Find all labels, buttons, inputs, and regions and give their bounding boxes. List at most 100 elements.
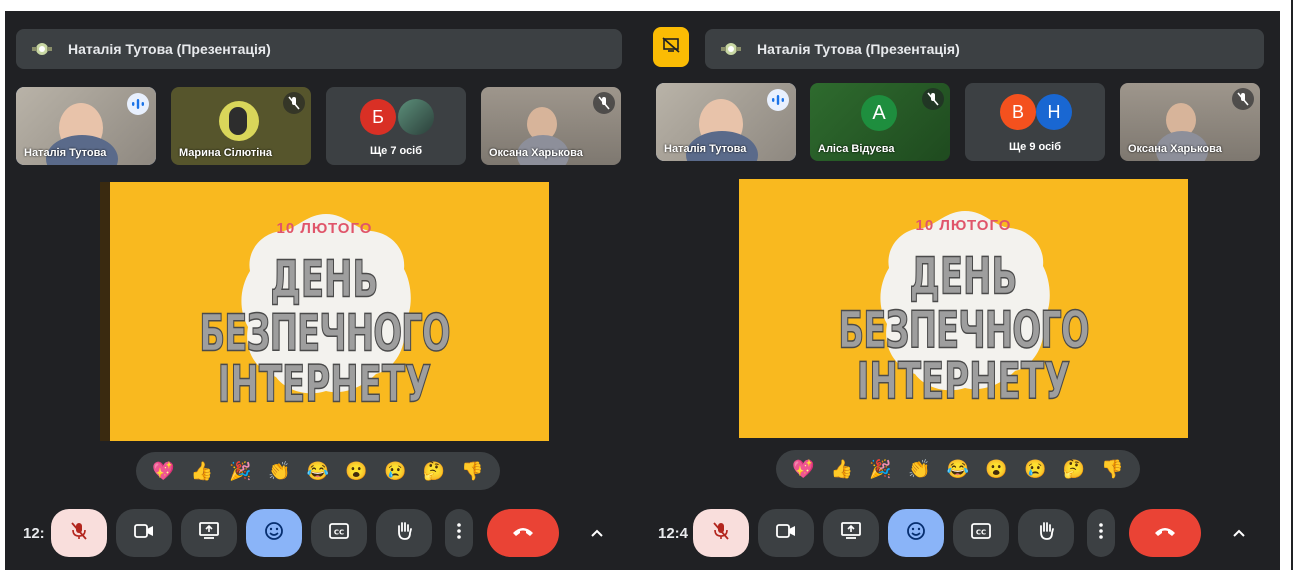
avatar: А [861,95,897,131]
camera-button[interactable] [758,509,814,557]
meeting-clock: 12: [23,525,45,542]
speaking-icon [127,93,149,115]
reactions-bar: 💖 👍 🎉 👏 😂 😮 😢 🤔 👎 [776,450,1140,488]
participant-name: Аліса Відуєва [818,143,895,155]
more-participants-label: Ще 9 осіб [1008,141,1062,153]
participant-tile-maryna[interactable]: Марина Сілютіна [171,87,311,165]
reactions-button[interactable] [246,509,302,557]
reaction-thumbs-down[interactable]: 👎 [1098,459,1128,480]
more-options-button[interactable] [1087,509,1115,557]
participant-name: Наталія Тутова [664,143,747,155]
present-screen-icon [199,521,219,545]
mic-off-icon [712,521,730,546]
reaction-thumbs-up[interactable]: 👍 [187,461,217,482]
reaction-party[interactable]: 🎉 [226,461,256,482]
present-button[interactable] [823,509,879,557]
reaction-heart[interactable]: 💖 [788,459,818,480]
speaking-icon [767,89,789,111]
mic-off-icon [283,92,305,114]
reaction-surprised[interactable]: 😮 [342,461,372,482]
reaction-party[interactable]: 🎉 [866,459,896,480]
reaction-heart[interactable]: 💖 [148,461,178,482]
reaction-laugh[interactable]: 😂 [943,459,973,480]
avatar: Н [1036,94,1072,130]
meet-screenshot-right: Наталія Тутова (Презентація) Наталія Тут… [640,11,1280,570]
chevron-up-icon[interactable] [1229,523,1249,543]
participant-tile-natalia[interactable]: Наталія Тутова [656,83,796,161]
participant-name: Марина Сілютіна [179,147,273,159]
slide-date: 10 ЛЮТОГО [915,217,1012,234]
presentation-slide: 10 ЛЮТОГО ДЕНЬ БЕЗПЕЧНОГО ІНТЕРНЕТУ [100,182,549,441]
participant-tile-natalia[interactable]: Наталія Тутова [16,87,156,165]
reaction-thinking[interactable]: 🤔 [419,461,449,482]
avatar-photo [398,99,434,135]
end-call-button[interactable] [1129,509,1201,557]
raise-hand-icon [1037,521,1055,546]
meet-screenshot-left: Наталія Тутова (Презентація) Наталія Тут… [5,11,640,570]
reaction-sad[interactable]: 😢 [380,461,410,482]
mic-toggle-button[interactable] [693,509,749,557]
emoji-icon [906,521,926,546]
more-participants-label: Ще 7 осіб [369,145,423,157]
presentation-icon [719,37,743,61]
raise-hand-icon [395,521,413,546]
mic-off-icon [922,88,944,110]
camera-icon [776,523,796,543]
reaction-thinking[interactable]: 🤔 [1059,459,1089,480]
avatar: Б [360,99,396,135]
captions-button[interactable]: CC [311,509,367,557]
slide-date: 10 ЛЮТОГО [276,220,373,237]
reactions-button[interactable] [888,509,944,557]
participant-name: Оксана Харькова [1128,143,1222,155]
participant-name: Оксана Харькова [489,147,583,159]
avatar: В [1000,94,1036,130]
raise-hand-button[interactable] [376,509,432,557]
end-call-icon [1153,524,1177,542]
end-call-icon [511,524,535,542]
participant-name: Наталія Тутова [24,147,107,159]
hide-presentation-button[interactable] [653,27,689,67]
chevron-up-icon[interactable] [587,523,607,543]
raise-hand-button[interactable] [1018,509,1074,557]
mic-toggle-button[interactable] [51,509,107,557]
captions-icon: CC [971,522,991,544]
reaction-thumbs-down[interactable]: 👎 [458,461,488,482]
mic-off-icon [70,521,88,546]
slide-heading-line3: ІНТЕРНЕТУ [217,354,432,416]
slide-heading-line3: ІНТЕРНЕТУ [856,351,1071,413]
participant-tile-alisa[interactable]: А Аліса Відуєва [810,83,950,161]
present-button[interactable] [181,509,237,557]
participant-tile-others[interactable]: Б Ще 7 осіб [326,87,466,165]
participant-tile-oksana[interactable]: Оксана Харькова [1120,83,1260,161]
meeting-clock: 12:4 [658,525,689,542]
emoji-icon [264,521,284,546]
reaction-surprised[interactable]: 😮 [982,459,1012,480]
svg-text:CC: CC [334,528,344,536]
present-screen-icon [841,521,861,545]
hide-presentation-icon [662,36,680,58]
mic-off-icon [1232,88,1254,110]
call-controls: 12: CC [5,509,640,559]
captions-button[interactable]: CC [953,509,1009,557]
captions-icon: CC [329,522,349,544]
reaction-clap[interactable]: 👏 [904,459,934,480]
mic-off-icon [593,92,615,114]
reaction-sad[interactable]: 😢 [1020,459,1050,480]
more-options-button[interactable] [445,509,473,557]
call-controls: 12:4 CC [640,509,1280,559]
camera-button[interactable] [116,509,172,557]
presentation-title: Наталія Тутова (Презентація) [68,41,271,57]
slide-heading-line1: ДЕНЬ [270,249,379,311]
presentation-icon [30,37,54,61]
participant-tile-others[interactable]: В Н Ще 9 осіб [965,83,1105,161]
reaction-clap[interactable]: 👏 [264,461,294,482]
reaction-laugh[interactable]: 😂 [303,461,333,482]
right-border-line [1291,0,1293,570]
end-call-button[interactable] [487,509,559,557]
camera-icon [134,523,154,543]
participant-tile-oksana[interactable]: Оксана Харькова [481,87,621,165]
presentation-title-bar: Наталія Тутова (Презентація) [16,29,622,69]
reaction-thumbs-up[interactable]: 👍 [827,459,857,480]
presentation-title-bar: Наталія Тутова (Презентація) [705,29,1264,69]
more-vert-icon [457,522,461,544]
